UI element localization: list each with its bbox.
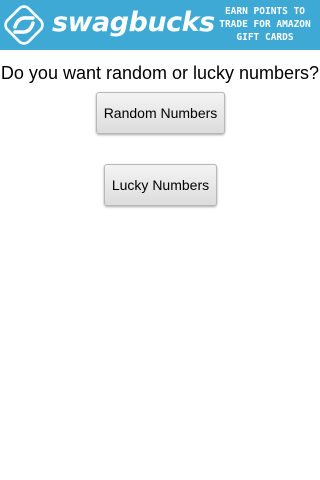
swagbucks-logo-icon	[4, 5, 44, 45]
random-numbers-button[interactable]: Random Numbers	[96, 92, 225, 134]
ad-tagline-line: EARN POINTS TO	[224, 6, 306, 17]
ad-banner[interactable]: swagbucks EARN POINTS TO TRADE FOR AMAZO…	[0, 0, 320, 50]
question-text: Do you want random or lucky numbers?	[0, 63, 320, 83]
ad-tagline-line: TRADE FOR AMAZON	[219, 19, 311, 30]
ad-tagline: EARN POINTS TO TRADE FOR AMAZON GIFT CAR…	[214, 5, 316, 44]
ad-brand-name: swagbucks	[52, 7, 215, 38]
ad-tagline-line: GIFT CARDS	[236, 32, 294, 43]
lucky-numbers-button[interactable]: Lucky Numbers	[104, 164, 217, 206]
